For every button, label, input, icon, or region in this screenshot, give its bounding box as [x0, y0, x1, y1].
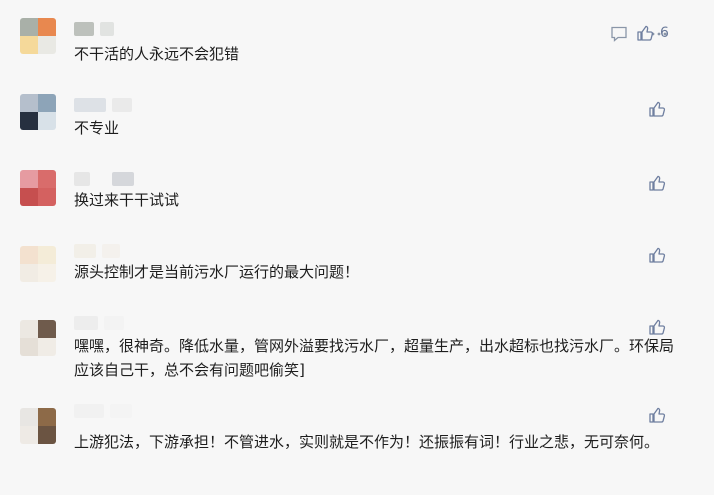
- like-button[interactable]: [648, 100, 672, 118]
- like-button[interactable]: [648, 174, 672, 192]
- nickname-block: [112, 172, 134, 186]
- like-button[interactable]: [648, 246, 672, 264]
- nickname-block: [74, 244, 96, 258]
- avatar[interactable]: [20, 94, 56, 130]
- nickname-block: [102, 244, 120, 258]
- comment-text: 上游犯法，下游承担！不管进水，实则就是不作为！还振振有词！行业之悲，无可奈何。: [74, 433, 660, 451]
- avatar-tile: [20, 94, 38, 112]
- avatar-tile: [20, 246, 38, 264]
- like-button[interactable]: [648, 318, 672, 336]
- avatar-tile: [20, 36, 38, 54]
- nickname-block: [110, 404, 132, 418]
- comment-text: 换过来干干试试: [74, 191, 180, 209]
- like-button[interactable]: 6: [636, 24, 669, 42]
- thumbs-up-icon: [648, 406, 666, 424]
- avatar-tile: [38, 188, 56, 206]
- nickname[interactable]: [74, 168, 134, 186]
- avatar-tile: [38, 408, 56, 426]
- avatar-tile: [20, 264, 38, 282]
- comment-text: 不干活的人永远不会犯错: [74, 45, 240, 63]
- thumbs-up-icon: [648, 174, 666, 192]
- avatar[interactable]: [20, 246, 56, 282]
- avatar-tile: [20, 112, 38, 130]
- thumbs-up-icon: [648, 318, 666, 336]
- nickname-block: [74, 404, 104, 418]
- comment-text: 不专业: [74, 119, 120, 137]
- avatar[interactable]: [20, 18, 56, 54]
- avatar-tile: [38, 426, 56, 444]
- avatar[interactable]: [20, 320, 56, 356]
- nickname[interactable]: [74, 240, 120, 258]
- avatar-tile: [20, 426, 38, 444]
- avatar-tile: [38, 264, 56, 282]
- avatar-tile: [38, 36, 56, 54]
- avatar-tile: [20, 170, 38, 188]
- avatar-tile: [20, 320, 38, 338]
- like-count: 6: [660, 25, 669, 41]
- thumbs-up-icon: [648, 100, 666, 118]
- nickname-block: [112, 98, 132, 112]
- avatar-tile: [20, 188, 38, 206]
- avatar-tile: [20, 338, 38, 356]
- nickname-block: [104, 316, 124, 330]
- avatar-tile: [38, 18, 56, 36]
- avatar-tile: [38, 246, 56, 264]
- nickname[interactable]: [74, 94, 132, 112]
- thumbs-up-icon: [648, 246, 666, 264]
- nickname-block: [100, 22, 114, 36]
- nickname[interactable]: [74, 400, 132, 418]
- avatar-tile: [38, 320, 56, 338]
- nickname-block: [74, 22, 94, 36]
- nickname-block: [74, 316, 98, 330]
- like-button[interactable]: [648, 406, 672, 424]
- comment-text: 嘿嘿，很神奇。降低水量，管网外溢要找污水厂，超量生产，出水超标也找污水厂。环保局…: [74, 337, 675, 379]
- nickname[interactable]: [74, 312, 124, 330]
- avatar-tile: [38, 94, 56, 112]
- avatar[interactable]: [20, 408, 56, 444]
- reply-icon[interactable]: [610, 26, 628, 42]
- avatar[interactable]: [20, 170, 56, 206]
- avatar-tile: [38, 112, 56, 130]
- nickname-block: [74, 172, 90, 186]
- comment-text: 源头控制才是当前污水厂运行的最大问题！: [74, 263, 360, 281]
- nickname[interactable]: [74, 18, 114, 36]
- avatar-tile: [20, 408, 38, 426]
- avatar-tile: [20, 18, 38, 36]
- thumbs-up-icon: [636, 24, 654, 42]
- avatar-tile: [38, 170, 56, 188]
- avatar-tile: [38, 338, 56, 356]
- nickname-block: [74, 98, 106, 112]
